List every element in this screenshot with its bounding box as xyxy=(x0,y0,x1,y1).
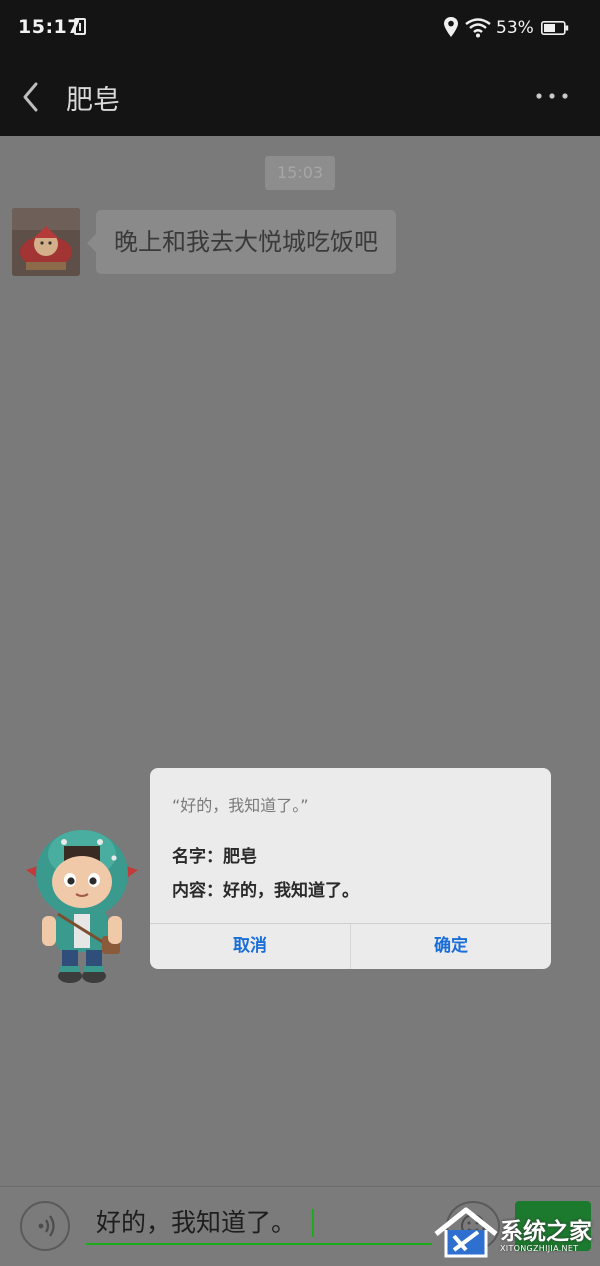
dialog-name-line: 名字：肥皂 xyxy=(172,847,257,867)
chat-title: 肥皂 xyxy=(66,85,120,116)
watermark-title: 系统之家 xyxy=(500,1219,592,1245)
back-chevron-icon[interactable] xyxy=(18,80,44,114)
more-dots-icon[interactable] xyxy=(534,88,570,104)
message-bubble[interactable]: 晚上和我去大悦城吃饭吧 xyxy=(87,210,396,274)
mascot-sticker xyxy=(26,830,138,983)
watermark-subtitle: XITONGZHIJIA.NET xyxy=(500,1244,579,1253)
dialog-title: “好的，我知道了。” xyxy=(172,796,309,815)
message-timestamp: 15:03 xyxy=(265,156,335,190)
battery-percent: 53% xyxy=(496,18,534,38)
house-logo-icon xyxy=(434,1207,498,1258)
alert-dialog: “好的，我知道了。” 名字：肥皂 内容：好的，我知道了。 取消 确定 xyxy=(150,768,551,969)
chat-screen: 15:17 53% 肥皂 15:03 晚上和我去大悦城吃饭吧 “好的，我知道了。… xyxy=(0,0,600,1266)
wifi-icon xyxy=(465,18,491,38)
dialog-content-line: 内容：好的，我知道了。 xyxy=(172,881,359,901)
text-caret xyxy=(312,1209,314,1237)
chat-message-area[interactable]: 15:03 晚上和我去大悦城吃饭吧 xyxy=(0,136,600,1186)
status-time: 15:17 xyxy=(18,16,81,38)
site-watermark: 系统之家 XITONGZHIJIA.NET xyxy=(430,1190,600,1266)
battery-icon xyxy=(541,21,569,35)
avatar-image xyxy=(12,208,80,276)
location-icon xyxy=(444,17,458,37)
chat-header: 肥皂 xyxy=(0,58,600,136)
confirm-button[interactable]: 确定 xyxy=(351,924,551,969)
contact-avatar[interactable] xyxy=(12,208,80,276)
voice-button[interactable] xyxy=(20,1201,70,1251)
status-bar: 15:17 53% xyxy=(0,0,600,58)
cancel-button[interactable]: 取消 xyxy=(150,924,350,969)
message-input[interactable] xyxy=(86,1199,432,1245)
voice-icon xyxy=(38,1215,55,1237)
sim-icon xyxy=(74,18,86,35)
